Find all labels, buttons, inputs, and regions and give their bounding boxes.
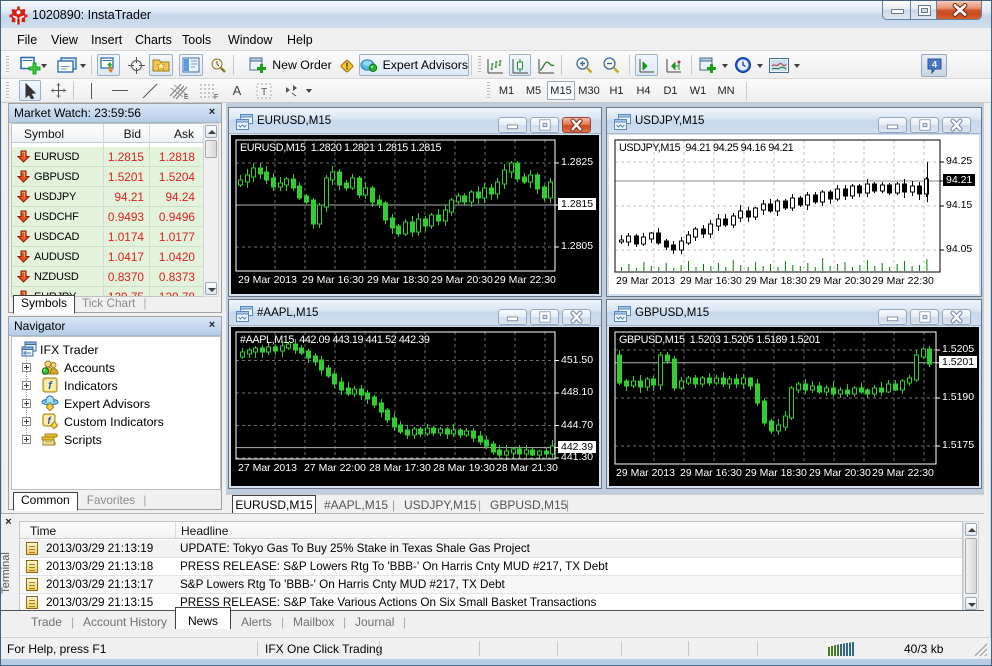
svg-text:4: 4 [931,60,936,70]
svg-text:!: ! [345,61,348,72]
svg-text:E: E [184,94,189,100]
svg-text:F: F [214,94,218,100]
svg-text:T: T [261,87,267,98]
